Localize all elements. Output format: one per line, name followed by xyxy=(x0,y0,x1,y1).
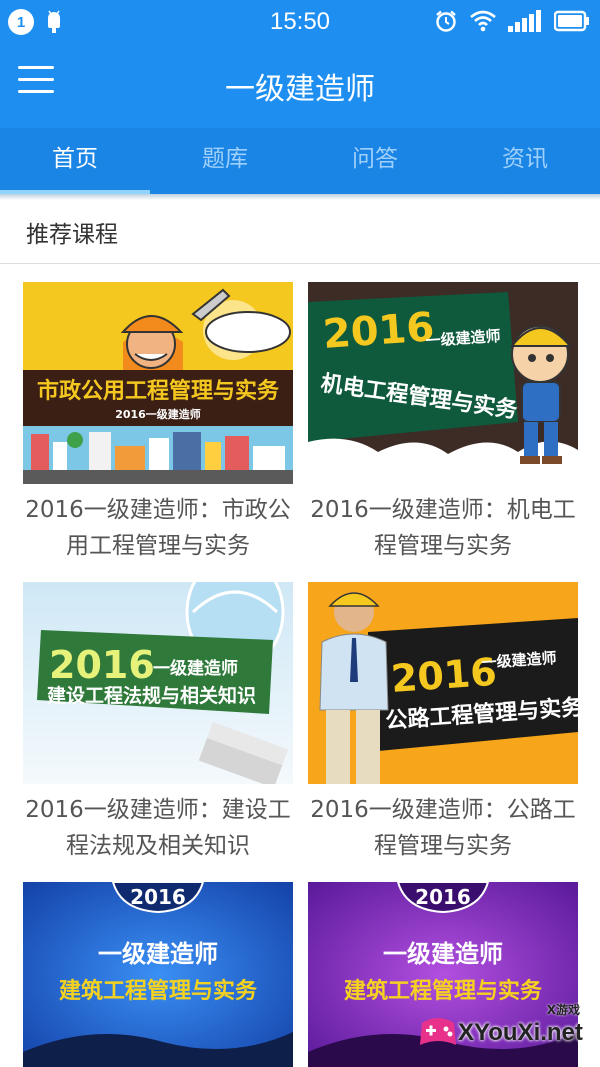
tab-news[interactable]: 资讯 xyxy=(450,128,600,194)
thumb-banner-text: 建设工程法规与相关知识 xyxy=(47,684,256,707)
wifi-icon xyxy=(470,10,496,32)
course-thumbnail: 市政公用工程管理与实务 2016一级建造师 xyxy=(23,282,293,484)
gamepad-icon xyxy=(420,1018,456,1045)
thumb-banner-text: 建筑工程管理与实务 xyxy=(59,978,258,1004)
thumb-year: 2016 xyxy=(415,885,471,909)
section-header: 推荐课程 xyxy=(0,200,600,264)
status-bar: 1 15:50 xyxy=(0,0,600,44)
app-title: 一级建造师 xyxy=(225,72,375,107)
tab-bar: 首页 题库 问答 资讯 xyxy=(0,128,600,194)
course-title: 2016一级建造师：建设工程法规及相关知识 xyxy=(25,797,291,859)
battery-icon xyxy=(554,10,589,32)
signal-icon xyxy=(508,10,541,32)
watermark-text: XYouXi.net xyxy=(458,1019,583,1046)
thumb-banner-text: 市政公用工程管理与实务 xyxy=(37,378,280,404)
app-bar: 一级建造师 xyxy=(0,44,600,128)
status-right xyxy=(434,9,590,33)
section-title: 推荐课程 xyxy=(26,222,118,248)
course-thumbnail: 2016 一级建造师 建设工程法规与相关知识 xyxy=(23,582,293,784)
thumb-tag: 一级建造师 xyxy=(153,658,238,679)
alarm-icon xyxy=(436,10,456,32)
tab-question-bank[interactable]: 题库 xyxy=(150,128,300,194)
course-thumbnail: 2016 一级建造师 建筑工程管理与实务 xyxy=(23,882,293,1067)
thumb-year: 2016 xyxy=(321,304,435,358)
course-title: 2016一级建造师：市政公用工程管理与实务 xyxy=(25,497,291,559)
thumb-tag: 一级建造师 xyxy=(98,940,218,968)
course-thumbnail: 2016 一级建造师 公路工程管理与实务 xyxy=(308,582,578,784)
thumb-tag: 一级建造师 xyxy=(383,940,503,968)
thumb-year: 2016 xyxy=(49,643,155,687)
thumb-sub-text: 2016一级建造师 xyxy=(115,407,201,421)
watermark-small-text: X游戏 xyxy=(546,1003,580,1017)
tab-home[interactable]: 首页 xyxy=(0,128,150,194)
course-thumbnail: 2016 一级建造师 机电工程管理与实务 xyxy=(308,282,578,484)
thumb-year: 2016 xyxy=(130,885,186,909)
watermark: X游戏 XYouXi.net xyxy=(416,1001,594,1057)
course-title: 2016一级建造师：公路工程管理与实务 xyxy=(310,797,576,859)
course-title: 2016一级建造师：机电工程管理与实务 xyxy=(310,497,576,559)
tab-qa[interactable]: 问答 xyxy=(300,128,450,194)
